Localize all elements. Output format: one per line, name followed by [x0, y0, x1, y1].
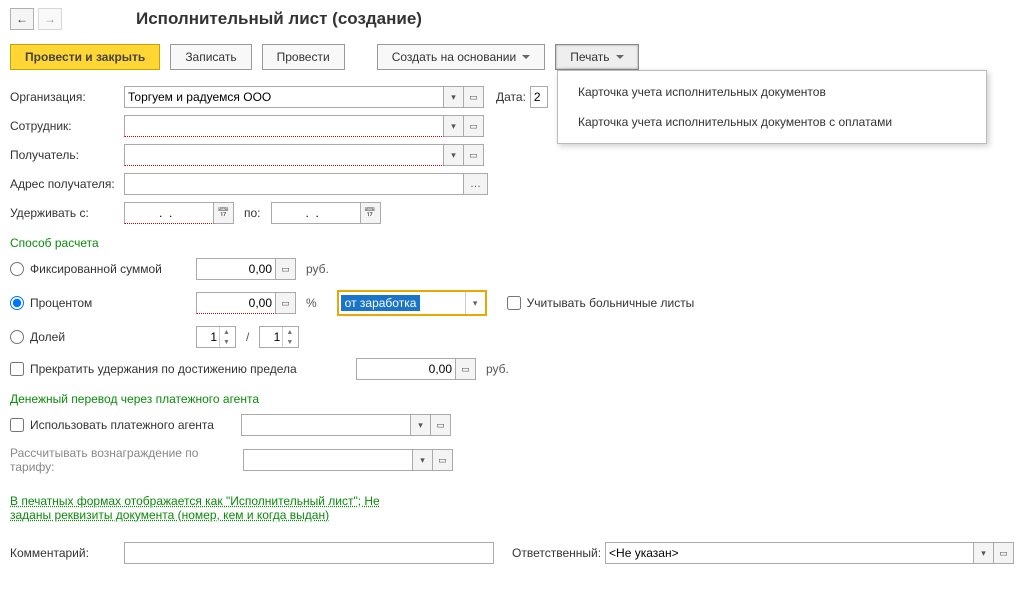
- fraction-den[interactable]: ▲▼: [259, 326, 299, 348]
- dropdown-icon[interactable]: ▾: [444, 86, 464, 108]
- recipient-addr-label: Адрес получателя:: [10, 177, 120, 191]
- limit-input[interactable]: [356, 358, 456, 380]
- nav-back-button[interactable]: ←: [10, 8, 34, 30]
- tariff-input: [243, 449, 413, 471]
- toolbar: Провести и закрыть Записать Провести Соз…: [10, 44, 1014, 70]
- post-button[interactable]: Провести: [262, 44, 345, 70]
- section-calc-method: Способ расчета: [10, 236, 1014, 250]
- date-label: Дата:: [496, 90, 526, 104]
- responsible-input[interactable]: [605, 542, 974, 564]
- calc-icon[interactable]: ▭: [456, 358, 476, 380]
- org-label: Организация:: [10, 90, 120, 104]
- calc-icon[interactable]: ▭: [276, 258, 296, 280]
- print-button[interactable]: Печать: [555, 44, 638, 70]
- open-icon[interactable]: [464, 86, 484, 108]
- percent-base-select[interactable]: от заработка ▾: [337, 290, 487, 316]
- unit-rub2: руб.: [486, 362, 509, 376]
- fixed-amount-input[interactable]: [196, 258, 276, 280]
- tariff-label: Рассчитывать вознаграждение по тарифу:: [10, 446, 237, 474]
- radio-percent-label: Процентом: [30, 296, 190, 310]
- dropdown-icon[interactable]: ▾: [444, 115, 464, 137]
- radio-percent[interactable]: [10, 296, 24, 310]
- radio-fixed-label: Фиксированной суммой: [30, 262, 190, 276]
- withhold-from-label: Удерживать с:: [10, 206, 120, 220]
- stop-on-limit-checkbox[interactable]: [10, 362, 24, 376]
- save-button[interactable]: Записать: [170, 44, 251, 70]
- dropdown-icon[interactable]: ▾: [465, 292, 485, 314]
- responsible-label: Ответственный:: [512, 546, 601, 560]
- percent-base-value: от заработка: [341, 295, 421, 311]
- recipient-input[interactable]: [124, 144, 444, 166]
- spin-up[interactable]: ▲: [283, 327, 296, 337]
- date-input[interactable]: [530, 86, 548, 108]
- create-based-button[interactable]: Создать на основании: [377, 44, 546, 70]
- radio-fraction-label: Долей: [30, 330, 190, 344]
- nav-fwd-button[interactable]: →: [38, 8, 62, 30]
- unit-rub: руб.: [306, 262, 329, 276]
- print-dropdown-menu: Карточка учета исполнительных документов…: [557, 70, 987, 144]
- radio-fixed[interactable]: [10, 262, 24, 276]
- print-menu-item-card-pay[interactable]: Карточка учета исполнительных документов…: [558, 107, 986, 137]
- consider-sick-label: Учитывать больничные листы: [527, 296, 695, 310]
- open-icon: [433, 449, 453, 471]
- spin-up[interactable]: ▲: [220, 327, 233, 337]
- percent-input[interactable]: [196, 292, 276, 314]
- recipient-label: Получатель:: [10, 148, 120, 162]
- fraction-num[interactable]: ▲▼: [196, 326, 236, 348]
- consider-sick-checkbox[interactable]: [507, 296, 521, 310]
- dropdown-icon[interactable]: ▾: [974, 542, 994, 564]
- calc-icon[interactable]: ▭: [276, 292, 296, 314]
- print-form-info-link[interactable]: В печатных формах отображается как "Испо…: [10, 494, 410, 522]
- employee-input[interactable]: [124, 115, 444, 137]
- radio-fraction[interactable]: [10, 330, 24, 344]
- dropdown-icon[interactable]: ▾: [444, 144, 464, 166]
- spin-down[interactable]: ▼: [283, 337, 296, 347]
- dropdown-icon[interactable]: ▾: [411, 414, 431, 436]
- ellipsis-button[interactable]: …: [464, 173, 488, 195]
- spin-down[interactable]: ▼: [220, 337, 233, 347]
- comment-input[interactable]: [124, 542, 494, 564]
- calendar-icon[interactable]: [361, 202, 381, 224]
- use-agent-label: Использовать платежного агента: [30, 418, 235, 432]
- page-title: Исполнительный лист (создание): [136, 9, 422, 29]
- open-icon[interactable]: [431, 414, 451, 436]
- slash: /: [246, 330, 249, 344]
- date-to-input[interactable]: [271, 202, 361, 224]
- recipient-addr-input[interactable]: [124, 173, 464, 195]
- dropdown-icon: ▾: [413, 449, 433, 471]
- unit-pct: %: [306, 296, 317, 310]
- open-icon[interactable]: [464, 144, 484, 166]
- post-close-button[interactable]: Провести и закрыть: [10, 44, 160, 70]
- stop-on-limit-label: Прекратить удержания по достижению преде…: [30, 362, 350, 376]
- employee-label: Сотрудник:: [10, 119, 120, 133]
- agent-input[interactable]: [241, 414, 411, 436]
- section-money-transfer: Денежный перевод через платежного агента: [10, 392, 1014, 406]
- to-label: по:: [244, 206, 261, 220]
- use-agent-checkbox[interactable]: [10, 418, 24, 432]
- comment-label: Комментарий:: [10, 546, 120, 560]
- open-icon[interactable]: [464, 115, 484, 137]
- open-icon[interactable]: [994, 542, 1014, 564]
- print-menu-item-card[interactable]: Карточка учета исполнительных документов: [558, 77, 986, 107]
- org-input[interactable]: [124, 86, 444, 108]
- date-from-input[interactable]: [124, 202, 214, 224]
- calendar-icon[interactable]: [214, 202, 234, 224]
